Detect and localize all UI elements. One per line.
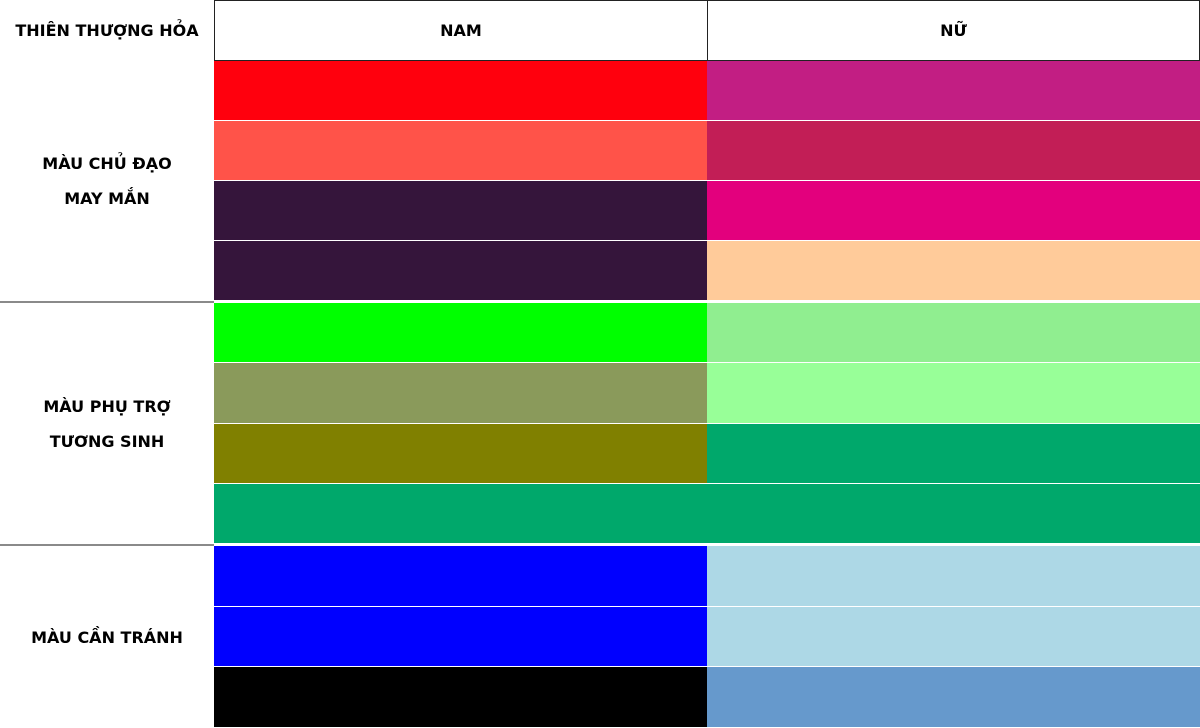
color-swatch-female [707,181,1200,240]
color-swatch-female [707,423,1200,483]
color-swatch-male [214,121,707,180]
color-swatch-female [707,363,1200,423]
color-swatch-female [707,546,1200,606]
group-label-supporting: MÀU PHỤ TRỢ TƯƠNG SINH [0,303,214,544]
color-swatch-male [214,241,707,300]
element-header: THIÊN THƯỢNG HỎA [0,0,214,61]
male-column-header: NAM [214,0,708,61]
color-swatch-male [214,61,707,120]
group-separator [0,301,214,303]
color-swatch-male [214,303,707,363]
color-swatch-female [707,606,1200,667]
color-swatch-male [214,363,707,423]
color-swatch-male [214,606,707,667]
color-swatch-female [707,667,1200,727]
color-swatch-male [214,667,707,727]
color-swatch-female [707,483,1200,543]
color-swatch-female [707,61,1200,120]
group-separator [0,544,214,546]
color-swatch-male [214,181,707,240]
color-swatch-female [707,241,1200,300]
color-swatch-male [214,483,707,543]
group-label-avoid: MÀU CẦN TRÁNH [0,546,214,728]
color-swatch-male [214,546,707,606]
color-swatch-male [214,423,707,483]
color-swatch-female [707,303,1200,363]
color-table: THIÊN THƯỢNG HỎA NAM NỮ MÀU CHỦ ĐẠO MAY … [0,0,1200,728]
group-label-lucky: MÀU CHỦ ĐẠO MAY MẮN [0,61,214,301]
female-column-header: NỮ [707,0,1200,61]
color-swatch-female [707,121,1200,180]
